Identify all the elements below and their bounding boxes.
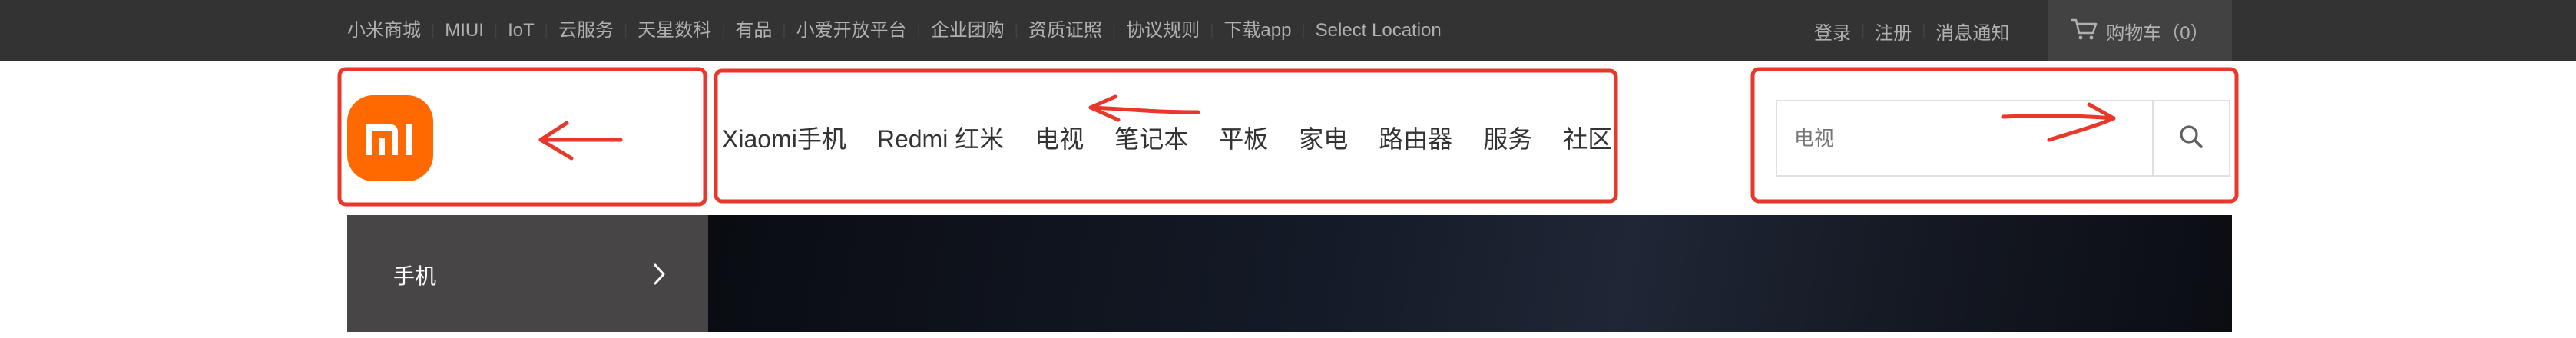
nav-appliances[interactable]: 家电	[1299, 120, 1348, 155]
top-link-agreements[interactable]: 协议规则	[1126, 0, 1200, 61]
divider: |	[1014, 22, 1018, 39]
top-link-download-app[interactable]: 下载app	[1223, 0, 1291, 61]
nav-community[interactable]: 社区	[1563, 120, 1612, 155]
divider: |	[1210, 22, 1214, 39]
top-bar: 小米商城 | MIUI | IoT | 云服务 | 天星数科 | 有品 | 小爱…	[0, 0, 2576, 61]
top-link-xiaoai[interactable]: 小爱开放平台	[796, 0, 907, 61]
divider: |	[1922, 22, 1926, 39]
top-nav: 小米商城 | MIUI | IoT | 云服务 | 天星数科 | 有品 | 小爱…	[347, 0, 1442, 61]
top-link-youpin[interactable]: 有品	[735, 0, 772, 61]
login-link[interactable]: 登录	[1814, 18, 1851, 45]
cart-icon	[2071, 18, 2098, 45]
search-button[interactable]	[2152, 101, 2229, 175]
notifications-link[interactable]: 消息通知	[1935, 18, 2009, 45]
search-icon	[2178, 124, 2204, 154]
top-link-tianxing[interactable]: 天星数科	[637, 0, 711, 61]
category-label: 手机	[393, 264, 437, 288]
divider: |	[544, 22, 548, 39]
cart-label: 购物车（0）	[2106, 22, 2209, 44]
cart-button[interactable]: 购物车（0）	[2048, 0, 2232, 61]
nav-services[interactable]: 服务	[1483, 120, 1532, 155]
search-box	[1776, 100, 2230, 177]
arrow-left-icon	[538, 121, 623, 161]
divider: |	[721, 22, 726, 39]
divider: |	[1301, 22, 1306, 39]
divider: |	[493, 22, 498, 39]
divider: |	[916, 22, 921, 39]
divider: |	[1861, 22, 1866, 39]
nav-redmi[interactable]: Redmi 红米	[877, 120, 1004, 155]
divider: |	[431, 22, 435, 39]
search-input[interactable]	[1777, 101, 2152, 175]
top-link-enterprise[interactable]: 企业团购	[931, 0, 1005, 61]
nav-xiaomi-phones[interactable]: Xiaomi手机	[722, 120, 846, 155]
category-item-phones[interactable]: 手机	[347, 215, 708, 338]
top-link-select-location[interactable]: Select Location	[1316, 0, 1442, 61]
chevron-right-icon	[653, 263, 667, 290]
top-link-cloud[interactable]: 云服务	[558, 0, 614, 61]
divider: |	[1111, 22, 1117, 39]
top-link-miui[interactable]: MIUI	[445, 0, 484, 61]
nav-laptops[interactable]: 笔记本	[1114, 120, 1188, 155]
top-link-mi-store[interactable]: 小米商城	[347, 0, 421, 61]
divider: |	[782, 22, 786, 39]
nav-tablets[interactable]: 平板	[1219, 120, 1268, 155]
nav-tv[interactable]: 电视	[1035, 120, 1084, 155]
hero-banner[interactable]	[708, 215, 2232, 332]
top-link-licenses[interactable]: 资质证照	[1028, 0, 1102, 61]
user-links: 登录 | 注册 | 消息通知	[1814, 0, 2009, 61]
mi-logo[interactable]	[347, 95, 433, 181]
register-link[interactable]: 注册	[1875, 18, 1912, 45]
nav-routers[interactable]: 路由器	[1379, 120, 1452, 155]
category-menu: 手机	[347, 215, 708, 332]
divider: |	[623, 22, 628, 39]
main-nav: Xiaomi手机 Redmi 红米 电视 笔记本 平板 家电 路由器 服务 社区	[722, 116, 1612, 159]
top-link-iot[interactable]: IoT	[508, 0, 535, 61]
